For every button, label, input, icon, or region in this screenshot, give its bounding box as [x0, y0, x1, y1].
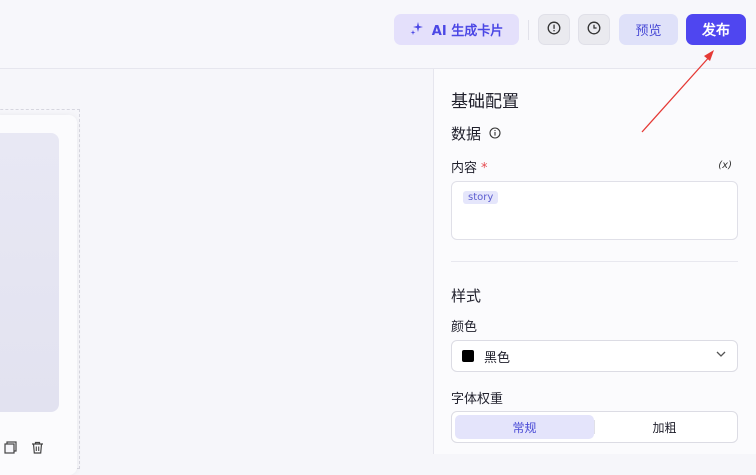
variable-toggle[interactable]: (x)	[718, 160, 732, 171]
content-input[interactable]: story	[451, 181, 738, 240]
top-toolbar: AI 生成卡片 预览 发布	[0, 0, 756, 69]
color-field-label: 颜色	[451, 320, 478, 335]
info-icon	[547, 21, 561, 39]
font-weight-segmented-control: 常规 加粗	[451, 411, 738, 443]
panel-title: 基础配置	[451, 92, 519, 112]
color-swatch	[462, 350, 474, 362]
info-icon[interactable]	[489, 125, 501, 143]
data-section-heading: 数据	[451, 123, 501, 144]
font-weight-option-regular[interactable]: 常规	[455, 415, 594, 439]
color-select[interactable]: 黑色	[451, 340, 738, 372]
clock-icon	[587, 21, 601, 39]
ai-generate-card-button[interactable]: AI 生成卡片	[394, 14, 519, 45]
chevron-down-icon	[715, 348, 727, 364]
ai-generate-card-label: AI 生成卡片	[431, 24, 504, 39]
publish-button[interactable]: 发布	[686, 14, 746, 45]
data-section-label: 数据	[451, 125, 482, 143]
content-field-label: 内容 *	[451, 157, 488, 176]
style-section-heading: 样式	[451, 287, 482, 305]
canvas-area	[0, 69, 433, 475]
trash-icon[interactable]	[31, 439, 44, 458]
card-content-area[interactable]	[0, 133, 59, 412]
history-button[interactable]	[578, 14, 610, 45]
content-label-text: 内容	[451, 161, 478, 176]
required-mark: *	[481, 161, 488, 176]
color-select-value: 黑色	[484, 350, 511, 366]
section-divider	[451, 261, 738, 262]
copy-icon[interactable]	[4, 439, 17, 458]
card-toolbar	[4, 439, 59, 457]
sparkle-icon	[410, 21, 424, 39]
config-panel: 基础配置 数据 内容* (x) story 样式 颜色 黑色 字体权重 常规	[433, 69, 756, 454]
preview-button[interactable]: 预览	[619, 14, 678, 45]
variable-tag[interactable]: story	[463, 191, 499, 204]
toolbar-divider	[528, 20, 529, 40]
font-weight-option-bold[interactable]: 加粗	[595, 415, 734, 439]
font-weight-field-label: 字体权重	[451, 392, 504, 407]
info-button[interactable]	[538, 14, 570, 45]
